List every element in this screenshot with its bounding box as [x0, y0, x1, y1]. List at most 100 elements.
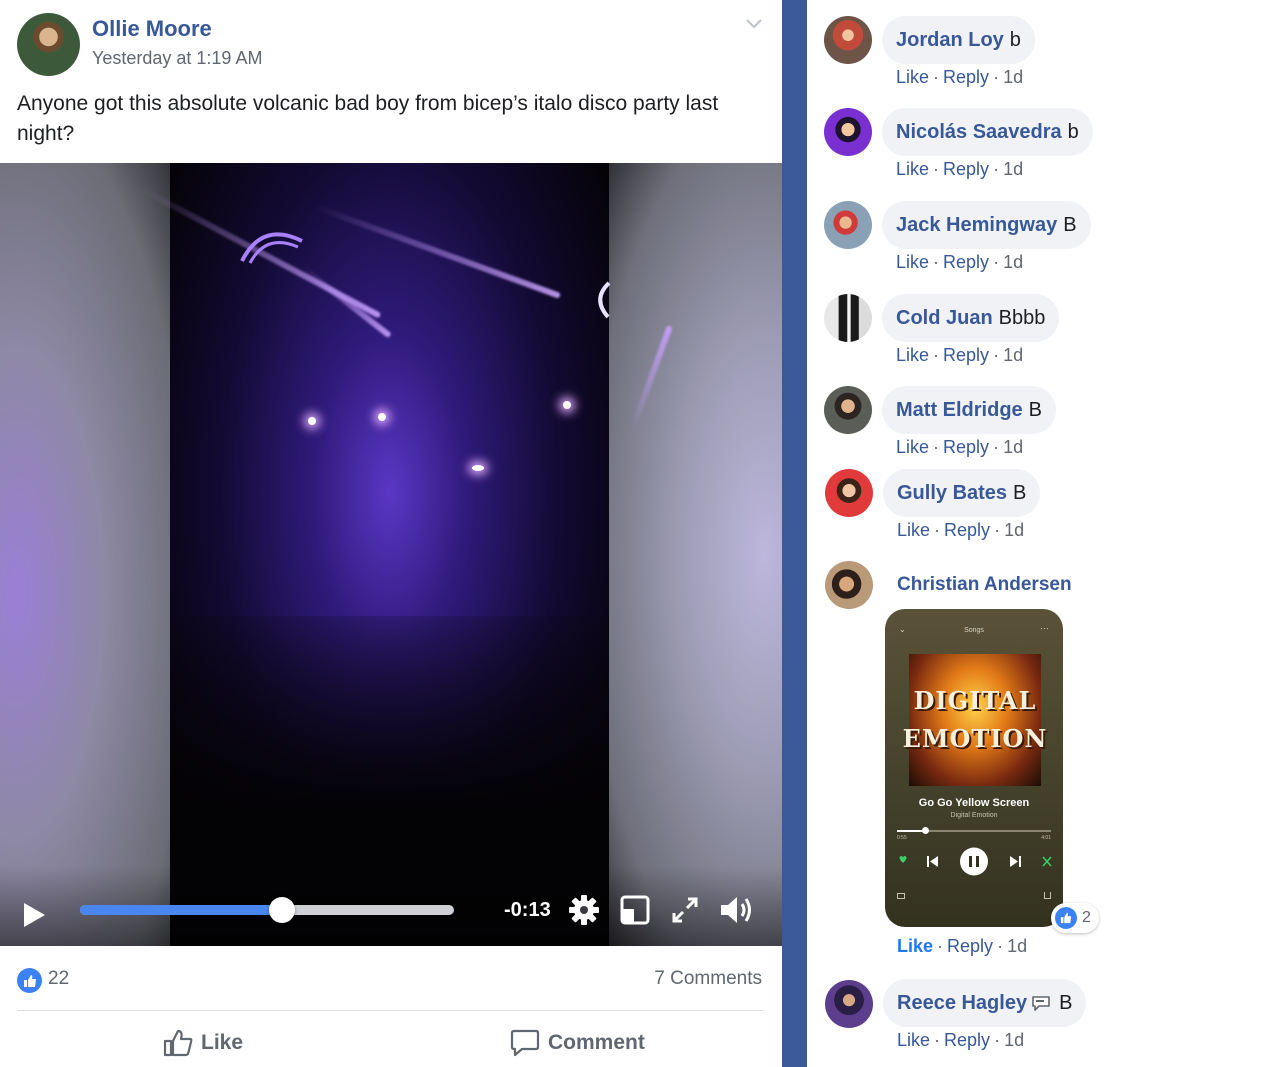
heart-icon: [899, 856, 907, 863]
comment-author[interactable]: Reece Hagley: [897, 992, 1027, 1015]
comment-age[interactable]: 1d: [1003, 159, 1023, 179]
comment-bubble: Jordan Loy b: [882, 16, 1035, 64]
settings-icon[interactable]: [567, 893, 601, 927]
album-art: DIGITAL EMOTION: [903, 654, 1046, 786]
comment-button-label: Comment: [548, 1031, 645, 1054]
avatar[interactable]: [824, 16, 872, 64]
comment-reply-link[interactable]: Reply: [944, 1030, 990, 1050]
song-duration: 4:01: [1041, 835, 1051, 841]
devices-icon: [897, 893, 905, 899]
comment-like-link[interactable]: Like: [897, 1030, 930, 1050]
like-reaction-icon: [1055, 907, 1077, 929]
post-card: Ollie Moore Yesterday at 1:19 AM Anyone …: [0, 0, 782, 1067]
chevron-down-icon[interactable]: [745, 14, 763, 35]
post-text: Anyone got this absolute volcanic bad bo…: [17, 92, 719, 145]
comment-age[interactable]: 1d: [1004, 1030, 1024, 1050]
comment-age[interactable]: 1d: [1003, 345, 1023, 365]
comment-actions: Like · Reply · 1d: [896, 67, 1024, 87]
comment-author[interactable]: Cold Juan: [896, 307, 993, 330]
comment-reply-link[interactable]: Reply: [943, 437, 989, 457]
comment-age[interactable]: 1d: [1003, 252, 1023, 272]
author-name[interactable]: Ollie Moore: [92, 16, 212, 42]
avatar[interactable]: [824, 201, 872, 249]
comment-reply-link[interactable]: Reply: [943, 67, 989, 87]
comment-like-link[interactable]: Like: [897, 520, 930, 540]
stage-light: [378, 413, 386, 421]
comment-age[interactable]: 1d: [1007, 936, 1027, 956]
comment-bubble: Cold Juan Bbbb: [882, 294, 1060, 342]
avatar[interactable]: [825, 561, 873, 609]
avatar[interactable]: [825, 469, 873, 517]
facebook-blue-divider: [782, 0, 807, 1067]
comment-reply-link[interactable]: Reply: [947, 936, 993, 956]
player-controls: [885, 847, 1063, 877]
comment-text: Bbbb: [998, 306, 1046, 329]
comment-like-link[interactable]: Like: [896, 252, 929, 272]
share-icon: [1044, 892, 1051, 899]
comment-like-link[interactable]: Like: [896, 159, 929, 179]
volume-icon[interactable]: [716, 892, 756, 928]
next-icon: [1010, 856, 1021, 867]
comment-actions: Like · Reply · 1d: [897, 1030, 1025, 1050]
comment-actions: Like · Reply · 1d: [897, 520, 1025, 540]
comment-author[interactable]: Jordan Loy: [896, 29, 1004, 52]
comment-actions: Like · Reply · 1d: [896, 159, 1024, 179]
comment-text: b: [1009, 28, 1021, 51]
comment-image-attachment[interactable]: ⌄ Songs ··· DIGITAL EMOTION Go Go Yellow…: [885, 609, 1063, 927]
post-timestamp[interactable]: Yesterday at 1:19 AM: [92, 48, 262, 69]
picture-in-picture-icon[interactable]: [619, 894, 651, 926]
comment-reply-link[interactable]: Reply: [943, 159, 989, 179]
like-reaction-icon: [17, 968, 42, 993]
comment-author[interactable]: Gully Bates: [897, 482, 1007, 505]
like-count[interactable]: 22: [48, 968, 69, 990]
neon-sign: [240, 232, 303, 264]
pause-button: [960, 847, 988, 876]
avatar[interactable]: [824, 108, 872, 156]
author-avatar[interactable]: [17, 13, 80, 76]
comment-like-link[interactable]: Like: [896, 67, 929, 87]
comment-button[interactable]: Comment: [510, 1022, 645, 1064]
avatar[interactable]: [824, 386, 872, 434]
comment-count[interactable]: 7 Comments: [654, 968, 762, 990]
comment-age[interactable]: 1d: [1004, 520, 1024, 540]
comment-bubble: Jack Hemingway B: [882, 201, 1091, 249]
video-blur-right: [609, 163, 782, 946]
comment-age[interactable]: 1d: [1003, 437, 1023, 457]
avatar[interactable]: [825, 980, 873, 1028]
comment-actions: Like · Reply · 1d: [896, 252, 1024, 272]
like-button[interactable]: Like: [163, 1022, 243, 1064]
comment-text: B: [1059, 991, 1073, 1014]
comment-text: B: [1013, 481, 1027, 504]
album-art-line: EMOTION: [902, 724, 1048, 753]
comment-reply-link[interactable]: Reply: [944, 520, 990, 540]
comment-bubble: Reece Hagley B: [883, 979, 1087, 1027]
video-progress-knob[interactable]: [268, 897, 295, 923]
fullscreen-icon[interactable]: [669, 894, 701, 926]
comment-author[interactable]: Matt Eldridge: [896, 399, 1023, 422]
avatar[interactable]: [824, 294, 872, 342]
video-frame: [140, 163, 673, 946]
comment-actions: Like · Reply · 1d: [896, 437, 1024, 457]
stage-light: [472, 465, 484, 471]
stage-light: [308, 417, 316, 425]
comment-reply-link[interactable]: Reply: [943, 345, 989, 365]
comment-reply-link[interactable]: Reply: [943, 252, 989, 272]
song-times: 0:55 4:01: [897, 835, 1051, 841]
video-progress-fill: [80, 905, 282, 915]
comment-bubble: Gully Bates B: [883, 469, 1041, 517]
comment-icon: [510, 1029, 540, 1057]
comment-like-link[interactable]: Like: [897, 936, 933, 956]
comment-author[interactable]: Christian Andersen: [897, 574, 1072, 596]
play-icon[interactable]: [24, 903, 45, 927]
reaction-count-pill[interactable]: 2: [1051, 903, 1099, 933]
comment-age[interactable]: 1d: [1003, 67, 1023, 87]
comment-actions: Like · Reply · 1d: [896, 345, 1024, 365]
comment-author[interactable]: Nicolás Saavedra: [896, 121, 1062, 144]
comment-like-link[interactable]: Like: [896, 345, 929, 365]
comment-author[interactable]: Jack Hemingway: [896, 214, 1057, 237]
video-player[interactable]: -0:13: [0, 163, 782, 946]
video-progress-bar[interactable]: [80, 897, 454, 923]
comment-like-link[interactable]: Like: [896, 437, 929, 457]
song-progress-bar: [897, 827, 1051, 834]
reaction-count: 2: [1082, 909, 1091, 926]
